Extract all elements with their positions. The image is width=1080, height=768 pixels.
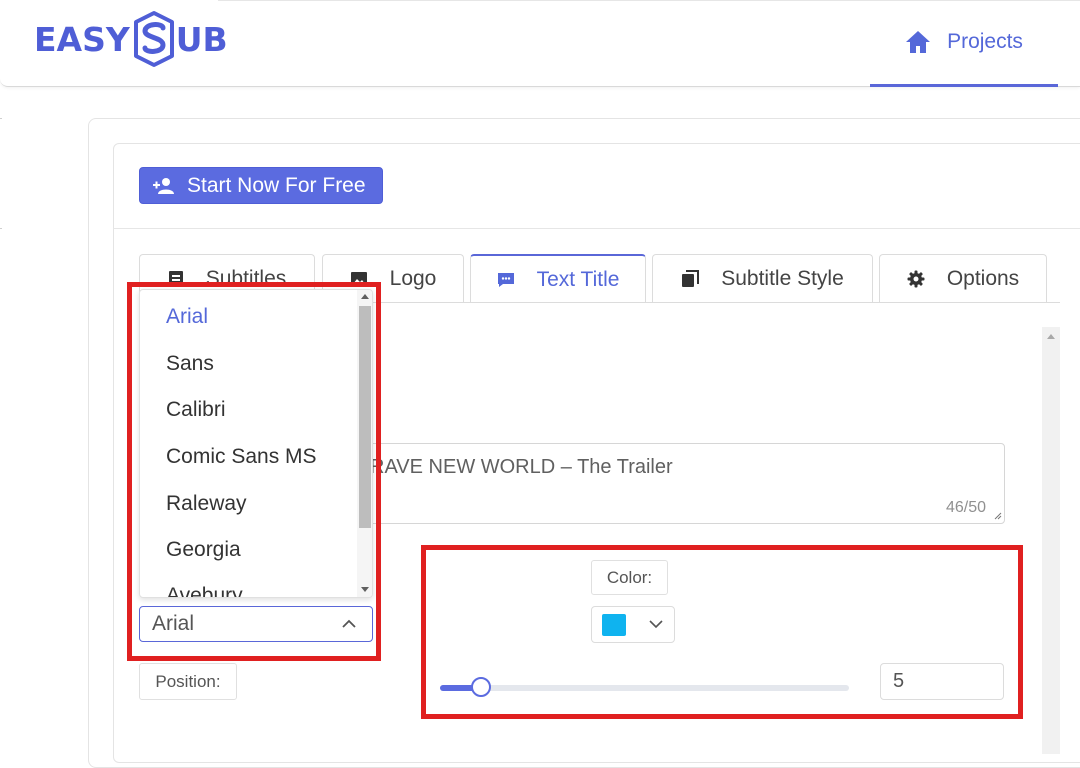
char-counter: 46/50: [946, 499, 987, 516]
chevron-up-icon: [342, 619, 356, 628]
tab-label: Text Title: [536, 267, 620, 291]
tab-label: Subtitles: [205, 267, 287, 290]
panel-scrollbar[interactable]: [1042, 327, 1060, 754]
chat-icon: [497, 272, 514, 287]
tab-options[interactable]: Options: [879, 254, 1047, 303]
font-option[interactable]: Avebury: [166, 584, 243, 597]
logo-text-right: UB: [175, 19, 228, 59]
color-label: Color:: [591, 560, 668, 595]
font-option[interactable]: Georgia: [166, 538, 241, 562]
size-slider-handle[interactable]: [470, 677, 491, 697]
subtitles-icon: [168, 271, 183, 287]
tab-subtitle-style[interactable]: Subtitle Style: [652, 254, 873, 303]
copy-icon: [682, 270, 700, 287]
nav-projects[interactable]: Projects: [870, 0, 1058, 87]
font-option[interactable]: Calibri: [166, 398, 226, 422]
logo-s-shield-icon: [133, 11, 174, 67]
chevron-down-icon: [649, 620, 663, 629]
easysub-logo[interactable]: EASY UB: [34, 10, 228, 68]
font-dropdown-list[interactable]: Arial Sans Calibri Comic Sans MS Raleway…: [139, 289, 373, 598]
font-select-value: Arial: [152, 612, 195, 635]
font-option[interactable]: Raleway: [166, 492, 247, 516]
scroll-down-arrow-icon[interactable]: [361, 587, 369, 592]
font-select[interactable]: Arial: [139, 606, 373, 642]
add-user-icon: [153, 177, 174, 194]
scroll-up-arrow-icon[interactable]: [1047, 334, 1055, 339]
start-now-label: Start Now For Free: [187, 173, 366, 197]
font-option[interactable]: Sans: [166, 352, 214, 376]
gear-icon: [907, 270, 925, 288]
scroll-up-arrow-icon[interactable]: [361, 294, 369, 299]
position-label: Position:: [139, 663, 237, 700]
image-icon: [350, 272, 367, 286]
resize-grip-icon[interactable]: [994, 512, 1002, 520]
tab-label: Options: [946, 267, 1020, 290]
logo-text-left: EASY: [34, 19, 130, 59]
title-text-value: RAVE NEW WORLD – The Trailer: [370, 456, 673, 478]
size-slider-track[interactable]: [440, 685, 849, 691]
tab-text-title[interactable]: Text Title: [470, 254, 646, 303]
start-now-button[interactable]: Start Now For Free: [139, 167, 383, 204]
font-option[interactable]: Arial: [166, 305, 208, 329]
home-icon: [906, 31, 931, 53]
nav-projects-label: Projects: [947, 30, 1023, 53]
tab-label: Logo: [389, 267, 437, 290]
color-picker[interactable]: [591, 606, 675, 643]
tab-label: Subtitle Style: [721, 267, 844, 290]
left-edge-mark: [0, 118, 2, 119]
size-input[interactable]: 5: [880, 663, 1004, 700]
left-edge-mark: [0, 228, 2, 229]
dropdown-scroll-thumb[interactable]: [359, 306, 371, 528]
card-divider: [113, 228, 1080, 229]
color-swatch: [602, 614, 626, 636]
font-option[interactable]: Comic Sans MS: [166, 445, 317, 469]
